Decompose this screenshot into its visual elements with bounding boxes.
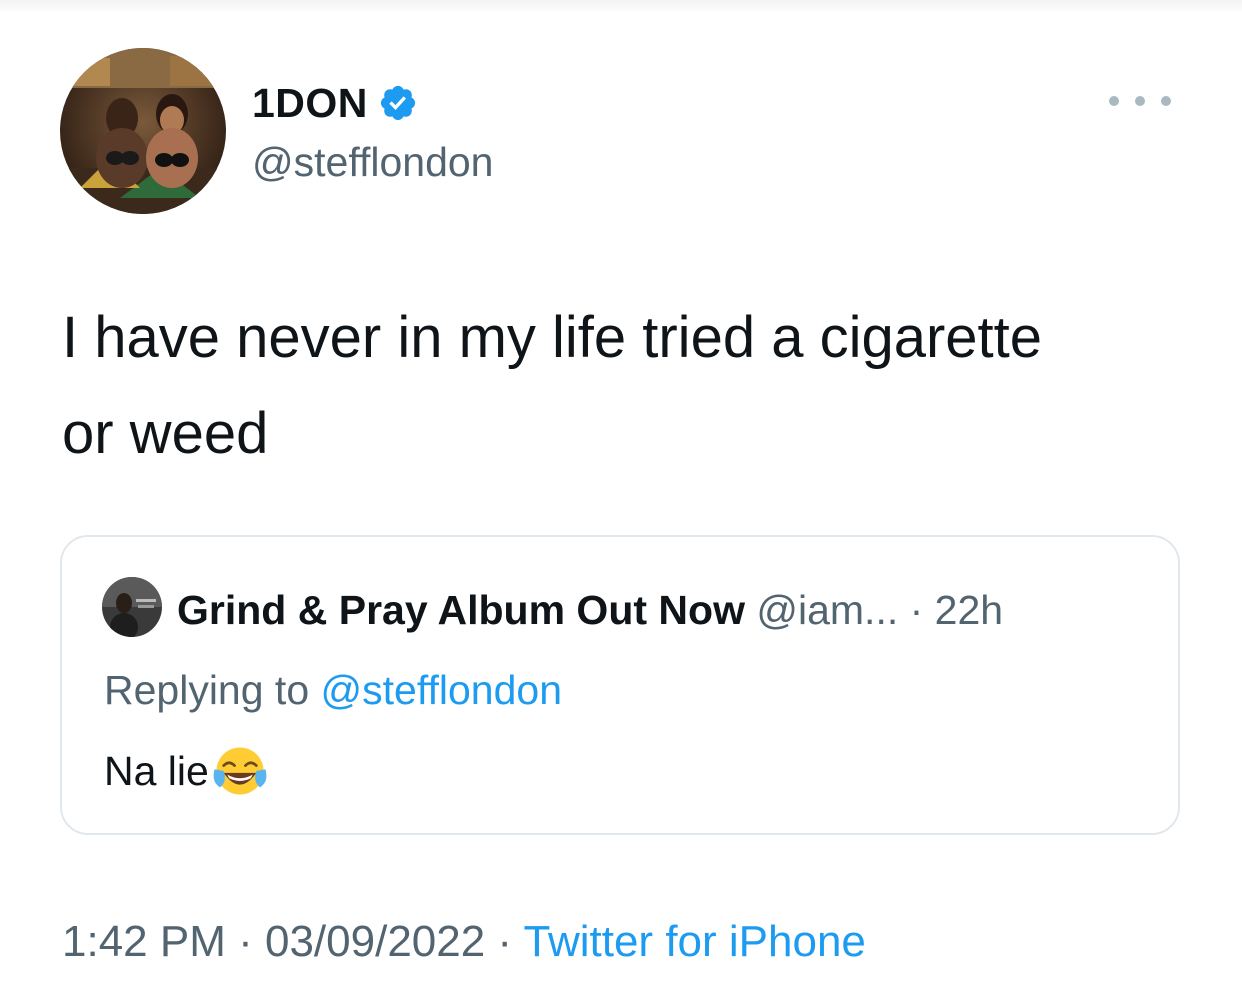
quoted-tweet-card[interactable]: Grind & Pray Album Out Now @iam... · 22h… [60, 535, 1180, 835]
more-options-icon[interactable] [1100, 86, 1180, 116]
author-avatar[interactable] [60, 48, 226, 214]
tweet-time[interactable]: 1:42 PM [62, 917, 226, 966]
quoted-avatar-photo [102, 577, 162, 637]
quoted-header: Grind & Pray Album Out Now @iam... · 22h [177, 585, 1003, 635]
footer-separator-2: · [485, 917, 524, 966]
quoted-text: Na lie [104, 748, 209, 794]
verified-badge-icon [380, 85, 416, 121]
quoted-display-name[interactable]: Grind & Pray Album Out Now [177, 587, 745, 633]
tweet-date[interactable]: 03/09/2022 [265, 917, 485, 966]
author-display-name[interactable]: 1DON [252, 78, 368, 128]
tweet-footer: 1:42 PM · 03/09/2022 · Twitter for iPhon… [62, 915, 866, 969]
tweet-text-line-2: or weed [62, 401, 269, 466]
tweet-text: I have never in my life tried a cigarett… [62, 290, 1182, 482]
quoted-text-row: Na lie [104, 742, 269, 800]
tweet-text-line-1: I have never in my life tried a cigarett… [62, 305, 1043, 370]
quoted-author-avatar[interactable] [102, 577, 162, 637]
quoted-replying-to: Replying to @stefflondon [104, 665, 562, 715]
quoted-time[interactable]: 22h [935, 587, 1003, 633]
face-with-tears-of-joy-icon [213, 747, 267, 795]
quoted-handle[interactable]: @iam... [756, 587, 898, 633]
author-handle[interactable]: @stefflondon [252, 137, 493, 187]
replying-mention-link[interactable]: @stefflondon [321, 667, 562, 713]
replying-prefix: Replying to [104, 667, 321, 713]
footer-separator-1: · [225, 917, 265, 966]
quoted-separator: · [898, 587, 935, 633]
top-edge [0, 0, 1242, 14]
quoted-handle-text: @iam... [756, 587, 899, 633]
avatar-photo [60, 48, 226, 214]
tweet-source-link[interactable]: Twitter for iPhone [524, 917, 866, 966]
author-name-row[interactable]: 1DON [252, 78, 418, 128]
